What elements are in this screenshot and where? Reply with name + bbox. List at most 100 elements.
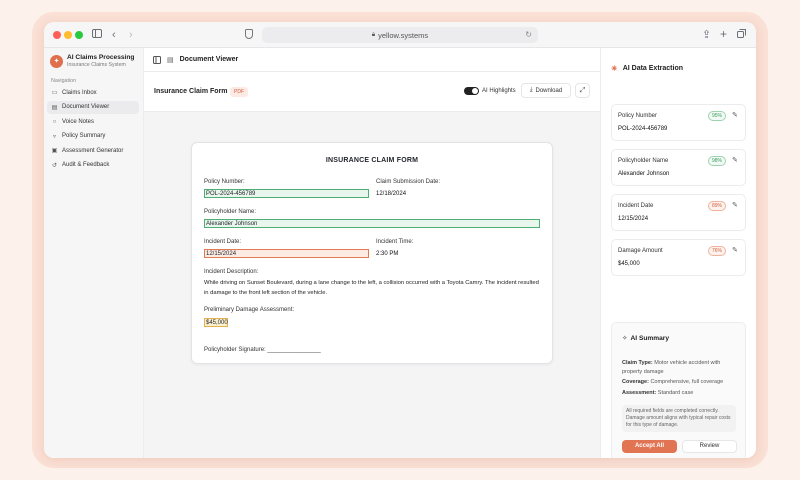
field-label: Policy Number <box>618 113 658 119</box>
description-text: While driving on Sunset Boulevard, durin… <box>204 280 539 296</box>
confidence-badge: 98% <box>708 156 727 166</box>
edit-icon[interactable]: ✎ <box>732 201 738 209</box>
ai-highlights-toggle[interactable] <box>464 87 479 95</box>
close-window-button[interactable] <box>53 31 61 39</box>
summary-assessment: Assessment: Standard case <box>622 389 740 398</box>
incident-date-highlight[interactable]: 12/15/2024 <box>204 249 369 258</box>
policy-number-highlight[interactable]: POL-2024-456789 <box>204 189 369 198</box>
sidebar-item-label: Assessment Generator <box>62 147 124 154</box>
confidence-badge: 95% <box>708 111 727 121</box>
sidebar-item-label: Audit & Feedback <box>62 162 110 169</box>
field-label: Incident Date <box>618 203 654 209</box>
panel-title: AI Data Extraction <box>622 64 683 72</box>
sidebar-item-policy-summary[interactable]: ▿ Policy Summary <box>47 130 139 143</box>
ai-highlights-label: AI Highlights <box>482 88 516 94</box>
summary-claim-type: Claim Type: Motor vehicle accident with … <box>622 359 740 376</box>
expand-button[interactable]: ⤢ <box>575 83 590 98</box>
sidebar-item-label: Voice Notes <box>62 118 95 125</box>
sidebar-item-document-viewer[interactable]: ▤ Document Viewer <box>47 100 139 114</box>
holder-name-highlight[interactable]: Alexander Johnson <box>204 219 540 228</box>
shield-icon: ▿ <box>52 133 56 140</box>
review-button[interactable]: Review <box>682 440 737 453</box>
incident-date-label: Incident Date: <box>204 239 242 245</box>
sidebar-item-label: Policy Summary <box>62 133 106 140</box>
field-value: $45,000 <box>618 261 640 267</box>
ai-extraction-panel: ✴ AI Data Extraction Policy Number 95% ✎… <box>600 48 756 458</box>
maximize-window-button[interactable] <box>75 31 83 39</box>
edit-icon[interactable]: ✎ <box>732 156 738 164</box>
nav-list: ▭ Claims Inbox ▤ Document Viewer ○ Voice… <box>47 86 139 174</box>
file-type-badge: PDF <box>230 87 248 97</box>
reload-icon[interactable]: ↻ <box>525 30 532 39</box>
incident-time-label: Incident Time: <box>376 239 414 245</box>
expand-icon: ⤢ <box>579 87 586 94</box>
inbox-icon: ▭ <box>51 90 58 96</box>
summary-note: All required fields are completed correc… <box>622 405 736 432</box>
sidebar-item-label: Document Viewer <box>62 104 110 111</box>
summary-title-text: AI Summary <box>630 335 670 342</box>
clipboard-icon: ▣ <box>51 148 58 155</box>
extraction-card-incident-date: Incident Date 89% ✎ 12/15/2024 <box>611 194 746 231</box>
form-title: INSURANCE CLAIM FORM <box>325 157 419 164</box>
sidebar-toggle-icon[interactable] <box>92 28 102 42</box>
lock-icon: 🔒︎ <box>371 31 376 38</box>
assessment-value: Standard case <box>657 390 694 396</box>
main-content: ▤ Document Viewer Insurance Claim Form P… <box>144 48 600 458</box>
app-subtitle: Insurance Claims System <box>67 62 126 68</box>
app-title: AI Claims Processing <box>67 54 135 61</box>
description-label: Incident Description: <box>204 269 259 275</box>
forward-arrow-icon[interactable]: › <box>129 28 133 42</box>
holder-name-label: Policyholder Name: <box>204 209 257 215</box>
microphone-icon: ○ <box>52 118 57 125</box>
back-arrow-icon[interactable]: ‹ <box>112 28 116 42</box>
address-bar[interactable]: 🔒︎ yellow.systems ↻ <box>262 27 538 43</box>
panel-toggle-icon[interactable] <box>153 51 161 69</box>
sidebar-item-voice-notes[interactable]: ○ Voice Notes <box>47 115 139 128</box>
browser-window: ‹ › 🔒︎ yellow.systems ↻ ⇪ + ✦ AI Claims … <box>44 22 756 458</box>
document-icon: ▤ <box>51 104 58 111</box>
panel-header: ✴ AI Data Extraction <box>601 48 756 88</box>
document-page: INSURANCE CLAIM FORM Policy Number: POL-… <box>191 142 553 364</box>
sidebar-item-claims-inbox[interactable]: ▭ Claims Inbox <box>47 86 139 99</box>
share-icon[interactable]: ⇪ <box>702 28 711 42</box>
page-title: Document Viewer <box>179 56 239 63</box>
signature-line: Policyholder Signature: ________________ <box>204 347 321 353</box>
main-header: ▤ Document Viewer <box>144 48 600 72</box>
field-value: 12/15/2024 <box>618 216 649 222</box>
sidebar-item-assessment-generator[interactable]: ▣ Assessment Generator <box>47 144 139 157</box>
damage-label: Preliminary Damage Assessment: <box>204 307 295 313</box>
app-logo-icon: ✦ <box>50 55 63 68</box>
sparkle-icon: ✴ <box>611 63 618 73</box>
browser-toolbar: ‹ › 🔒︎ yellow.systems ↻ ⇪ + <box>44 22 756 48</box>
new-tab-icon[interactable]: + <box>720 27 727 41</box>
minimize-window-button[interactable] <box>64 31 72 39</box>
extraction-card-policyholder-name: Policyholder Name 98% ✎ Alexander Johnso… <box>611 149 746 186</box>
confidence-badge: 89% <box>708 201 727 211</box>
tabs-overview-icon[interactable] <box>737 28 746 42</box>
privacy-shield-icon[interactable] <box>245 29 253 39</box>
document-name: Insurance Claim Form <box>154 88 228 95</box>
submission-date-label: Claim Submission Date: <box>376 179 441 185</box>
document-icon: ▤ <box>167 56 174 64</box>
field-label: Policyholder Name <box>618 158 669 164</box>
sidebar-item-audit-feedback[interactable]: ↺ Audit & Feedback <box>47 159 139 172</box>
submission-date-value: 12/18/2024 <box>376 191 407 197</box>
accept-all-button[interactable]: Accept All <box>622 440 677 453</box>
incident-time-value: 2:30 PM <box>376 251 399 257</box>
edit-icon[interactable]: ✎ <box>732 246 738 254</box>
history-icon: ↺ <box>51 162 58 169</box>
ai-summary-card: ✧ AI Summary Claim Type: Motor vehicle ac… <box>611 322 746 458</box>
extraction-card-policy-number: Policy Number 95% ✎ POL-2024-456789 <box>611 104 746 141</box>
edit-icon[interactable]: ✎ <box>732 111 738 119</box>
summary-coverage: Coverage: Comprehensive, full coverage <box>622 378 740 387</box>
download-icon: ⤓ <box>529 87 533 93</box>
nav-heading: Navigation <box>51 78 77 84</box>
field-label: Damage Amount <box>618 248 663 254</box>
coverage-label: Coverage: <box>622 379 649 385</box>
sidebar: ✦ AI Claims Processing Insurance Claims … <box>44 48 144 458</box>
download-button[interactable]: ⤓ Download <box>521 83 571 98</box>
claim-type-label: Claim Type: <box>622 360 653 366</box>
damage-highlight[interactable]: $45,000 <box>204 318 228 327</box>
policy-number-label: Policy Number: <box>204 179 245 185</box>
document-toolbar: Insurance Claim Form PDF AI Highlights ⤓… <box>144 72 600 112</box>
